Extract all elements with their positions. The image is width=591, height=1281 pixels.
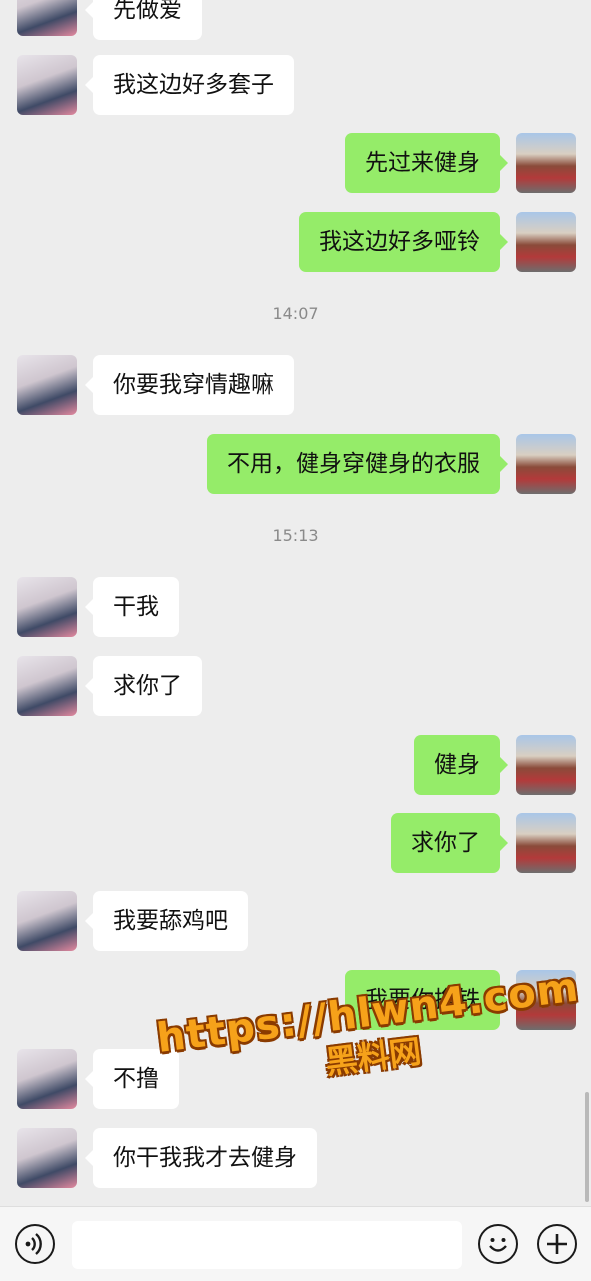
contact-avatar[interactable]	[17, 55, 77, 115]
self-avatar[interactable]	[516, 735, 576, 795]
sent-message: 不用，健身穿健身的衣服	[207, 434, 508, 494]
sent-message: 求你了	[391, 813, 508, 873]
contact-avatar[interactable]	[17, 1049, 77, 1109]
sent-message: 我这边好多哑铃	[299, 212, 508, 272]
received-message: 你干我我才去健身	[85, 1128, 317, 1188]
contact-avatar[interactable]	[17, 656, 77, 716]
received-message: 先做爱	[85, 0, 202, 40]
received-message: 干我	[85, 577, 179, 637]
self-avatar[interactable]	[516, 813, 576, 873]
scrollbar[interactable]	[585, 1092, 589, 1202]
message-input[interactable]	[72, 1221, 462, 1269]
timestamp: 15:13	[272, 526, 319, 545]
plus-icon[interactable]	[537, 1224, 577, 1264]
self-avatar[interactable]	[516, 212, 576, 272]
sent-message: 健身	[414, 735, 508, 795]
chat-input-bar	[0, 1206, 591, 1281]
voice-icon[interactable]	[15, 1224, 55, 1264]
contact-avatar[interactable]	[17, 0, 77, 36]
self-avatar[interactable]	[516, 133, 576, 193]
contact-avatar[interactable]	[17, 1128, 77, 1188]
received-message: 求你了	[85, 656, 202, 716]
contact-avatar[interactable]	[17, 577, 77, 637]
received-message: 我要舔鸡吧	[85, 891, 248, 951]
emoji-icon[interactable]	[478, 1224, 518, 1264]
contact-avatar[interactable]	[17, 355, 77, 415]
self-avatar[interactable]	[516, 434, 576, 494]
contact-avatar[interactable]	[17, 891, 77, 951]
received-message: 我这边好多套子	[85, 55, 294, 115]
sent-message: 先过来健身	[345, 133, 508, 193]
received-message: 你要我穿情趣嘛	[85, 355, 294, 415]
timestamp: 14:07	[272, 304, 319, 323]
